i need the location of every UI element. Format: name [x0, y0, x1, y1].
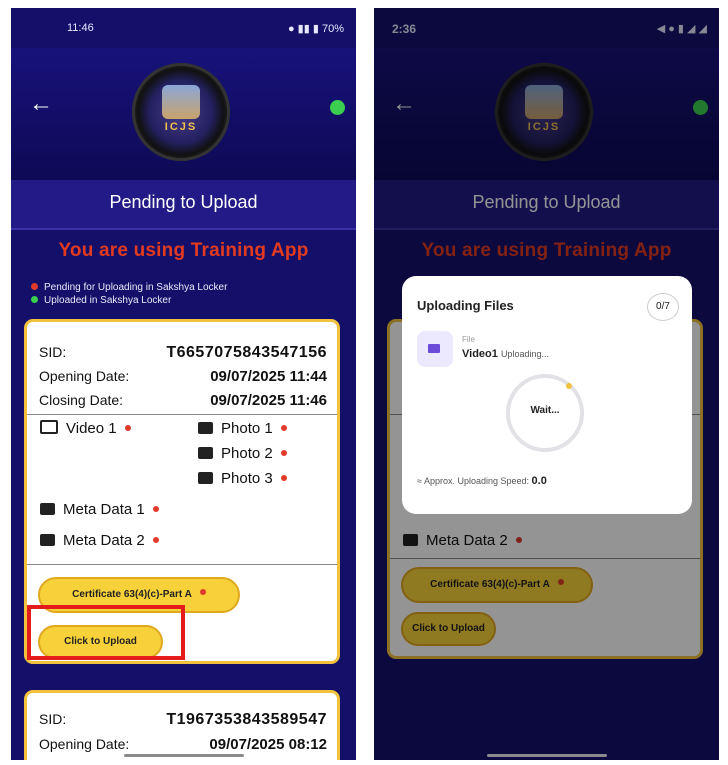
uploading-dialog: Uploading Files 0/7 File Video1 Uploadin… [402, 276, 692, 514]
video-file-icon [417, 331, 453, 367]
left-screen: 11:46 ● ▮▮ ▮ 70% ← ICJS Pending to Uploa… [11, 8, 356, 760]
opening-date-row: Opening Date: 09/07/2025 08:12 [39, 736, 327, 753]
meta-data-icon [40, 503, 55, 515]
photo-icon [198, 472, 213, 484]
speed-value: 0.0 [531, 475, 547, 487]
meta-data-2-item[interactable]: Meta Data 2 [40, 532, 159, 549]
legend-uploaded: Uploaded in Sakshya Locker [31, 294, 227, 307]
online-status-icon [330, 100, 345, 115]
status-bar: 11:46 ● ▮▮ ▮ 70% [11, 8, 356, 48]
app-header: ← ICJS [11, 48, 356, 180]
sid-row: SID: T6657075843547156 [39, 344, 327, 361]
app-logo: ICJS [132, 63, 230, 161]
sid-row: SID: T1967353843589547 [39, 711, 327, 728]
legend: Pending for Uploading in Sakshya Locker … [31, 281, 227, 307]
training-warning: You are using Training App [58, 240, 309, 261]
right-screen: 2:36 ◀ ● ▮ ◢ ◢ ← ICJS Pending to Upload … [374, 8, 719, 760]
opening-date-row: Opening Date: 09/07/2025 11:44 [39, 368, 327, 385]
video-1-item[interactable]: Video 1 [40, 420, 131, 437]
wifi-icon: ≈ [417, 476, 424, 486]
pending-dot-icon [124, 425, 131, 431]
uploaded-dot-icon [31, 296, 38, 303]
file-label: File [462, 335, 475, 344]
pending-dot-icon [152, 506, 159, 512]
wait-text: Wait... [530, 405, 560, 416]
opening-date-value: 09/07/2025 08:12 [209, 736, 327, 753]
progress-spinner: Wait... [506, 374, 584, 452]
highlight-frame [27, 605, 185, 660]
sid-value: T1967353843589547 [166, 711, 327, 728]
photo-icon [198, 447, 213, 459]
opening-date-value: 09/07/2025 11:44 [210, 368, 327, 385]
legend-pending: Pending for Uploading in Sakshya Locker [31, 281, 227, 294]
status-icons: ● ▮▮ ▮ 70% [287, 23, 344, 35]
closing-date-value: 09/07/2025 11:46 [210, 392, 327, 409]
divider [27, 564, 337, 565]
upload-speed: ≈ Approx. Uploading Speed: 0.0 [417, 475, 547, 487]
spinner-arc-icon [566, 383, 572, 389]
pending-dot-icon [199, 589, 206, 595]
dialog-title: Uploading Files [417, 298, 514, 313]
photo-icon [198, 422, 213, 434]
pending-dot-icon [152, 537, 159, 543]
divider [27, 414, 337, 415]
closing-date-row: Closing Date: 09/07/2025 11:46 [39, 392, 327, 409]
pending-dot-icon [31, 283, 38, 290]
video-icon [40, 420, 58, 434]
pending-dot-icon [280, 475, 287, 481]
file-name: Video1 Uploading... [462, 348, 549, 360]
battery-level: 70% [321, 23, 344, 35]
status-time: 11:46 [67, 22, 94, 34]
file-status: Uploading... [500, 349, 549, 359]
meta-data-icon [40, 534, 55, 546]
sid-value: T6657075843547156 [166, 344, 327, 361]
pending-card-2: SID: T1967353843589547 Opening Date: 09/… [24, 690, 340, 760]
pending-dot-icon [280, 450, 287, 456]
upload-count: 0/7 [647, 293, 679, 321]
page-title: Pending to Upload [11, 180, 356, 230]
home-indicator[interactable] [123, 754, 244, 757]
back-arrow-icon[interactable]: ← [29, 92, 53, 116]
photo-1-item[interactable]: Photo 1 [198, 420, 287, 437]
meta-data-1-item[interactable]: Meta Data 1 [40, 501, 159, 518]
photo-2-item[interactable]: Photo 2 [198, 445, 287, 462]
home-indicator[interactable] [486, 754, 607, 757]
photo-3-item[interactable]: Photo 3 [198, 470, 287, 487]
pending-dot-icon [280, 425, 287, 431]
